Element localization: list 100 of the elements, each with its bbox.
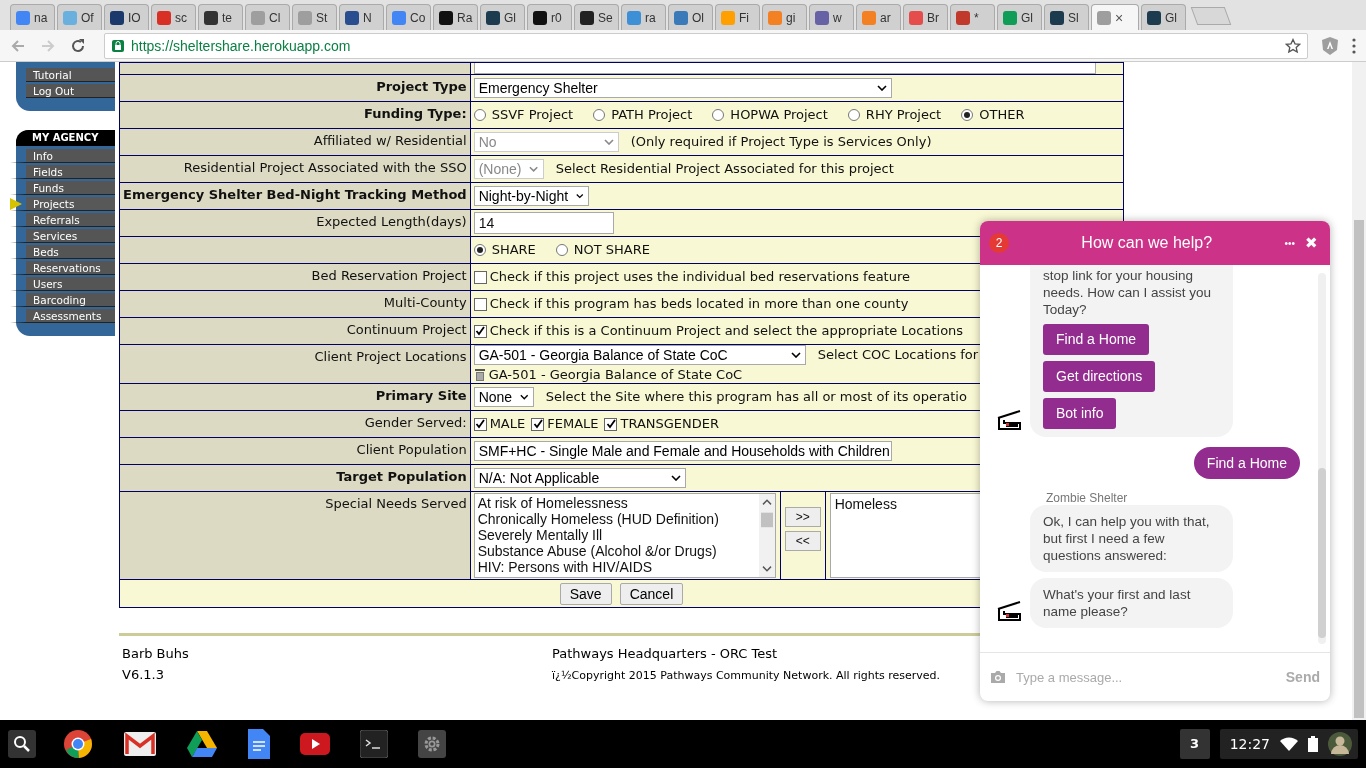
message-text: What's your first and last name please? [1043,586,1192,620]
dropdown[interactable]: GA-501 - Georgia Balance of State CoC [473,345,806,365]
browser-tab[interactable]: St [292,4,337,30]
reload-icon[interactable] [70,37,86,54]
browser-tab[interactable]: IO [104,4,149,30]
text-field[interactable] [473,63,1096,74]
option-label: SHARE [491,242,536,258]
field-label: Client Population [356,442,467,457]
drive-icon[interactable] [186,730,218,758]
search-icon[interactable] [8,730,36,758]
browser-tab[interactable]: te [198,4,243,30]
copyright-text: ï¿½Copyright 2015 Pathways Community Network. All rights reserved. [552,669,941,682]
checkbox[interactable] [473,297,487,311]
browser-tab[interactable]: r0 [527,4,572,30]
scroll-thumb[interactable] [1318,468,1326,638]
option-label: FEMALE [547,416,599,432]
more-button[interactable]: ••• [1284,237,1295,249]
list-item[interactable]: At risk of Homelessness [477,495,756,511]
list-box[interactable]: At risk of Homelessness Chronically Homeless (HUD Definition) Severely Mentally Ill Substance Abuse (Alcohol &/or Drugs) HIV: Persons with HIV/AIDS [473,493,776,578]
quick-reply-button[interactable]: Bot info [1043,398,1117,429]
browser-tab[interactable]: Ol [668,4,713,30]
menu-icon[interactable] [1352,37,1356,54]
form-button[interactable]: Save [559,582,612,605]
remove-button[interactable]: << [784,531,821,551]
field-label: Funding Type: [363,106,467,121]
browser-tab[interactable]: sc [151,4,196,30]
chat-title: How can we help? [1080,234,1214,252]
option-label: Check if this is a Continuum Project and select the appropriate Locations [489,323,964,339]
browser-tab[interactable]: Sl [1044,4,1089,30]
option-label: Check if this project uses the individual bed reservations feature [489,269,910,285]
checkbox[interactable] [604,417,618,431]
option-label: OTHER [979,107,1025,123]
radio-button[interactable] [961,109,974,121]
radio-button[interactable] [712,109,725,121]
browser-tab[interactable]: N [339,4,384,30]
browser-tab[interactable]: w [809,4,854,30]
bookmark-star-icon[interactable] [1285,37,1301,54]
form-button[interactable]: Cancel [619,582,684,605]
browser-tab[interactable]: × [1091,4,1139,30]
list-item[interactable]: HIV: Persons with HIV/AIDS [477,559,756,575]
settings-icon[interactable] [418,730,446,758]
address-bar[interactable]: https://sheltershare.herokuapp.com [104,32,1308,59]
quick-reply-button[interactable]: Get directions [1043,361,1156,392]
sidebar-item[interactable]: Projects [10,197,115,211]
dropdown[interactable]: Night-by-Night [473,186,589,206]
list-item[interactable]: Severely Mentally Ill [477,527,756,543]
radio-button[interactable] [473,244,486,256]
browser-tab[interactable]: Br [903,4,948,30]
browser-tab[interactable]: Co [386,4,431,30]
checkbox[interactable] [473,324,487,338]
checkbox[interactable] [473,270,487,284]
status-area[interactable]: 12:27 [1219,729,1358,759]
browser-tab[interactable]: Fi [715,4,760,30]
radio-button[interactable] [593,109,606,121]
browser-tab[interactable]: Gl [1141,4,1186,30]
terminal-icon[interactable] [360,730,388,758]
option-label: HOPWA Project [730,107,828,123]
option-label: SSVF Project [491,107,574,123]
browser-tab[interactable]: na [10,4,55,30]
browser-tab[interactable]: ar [856,4,901,30]
browser-tab[interactable]: * [950,4,995,30]
sidebar-link[interactable]: Log Out [26,84,115,98]
bed-icon [996,600,1022,622]
scroll-thumb[interactable] [1354,220,1364,718]
checkbox[interactable] [473,417,487,431]
browser-tab[interactable]: Se [574,4,619,30]
browser-tab[interactable]: ra [621,4,666,30]
close-tab-button[interactable]: × [1115,9,1124,26]
option-label: PATH Project [611,107,693,123]
notification-count[interactable]: 3 [1179,729,1210,759]
browser-tab[interactable]: Ra [433,4,478,30]
scroll-bar[interactable] [758,494,775,577]
radio-button[interactable] [473,109,486,121]
caret-icon [876,85,887,91]
number-field[interactable]: 14 [473,212,614,234]
video-play-icon[interactable] [300,733,330,755]
trash-icon[interactable] [473,368,486,382]
list-item[interactable]: Substance Abuse (Alcohol &/or Drugs) [477,543,756,559]
browser-tab[interactable]: Gl [480,4,525,30]
sidebar-link[interactable]: Tutorial [26,68,115,82]
caret-icon [603,139,614,145]
dropdown[interactable]: Emergency Shelter [473,78,892,98]
dropdown[interactable]: None [473,387,534,407]
radio-button[interactable] [847,109,860,121]
browser-tab[interactable]: Cl [245,4,290,30]
browser-tab[interactable]: Gl [997,4,1042,30]
dropdown[interactable]: SMF+HC - Single Male and Female and Households with Children [473,441,892,461]
field-label: Multi-County [383,295,467,310]
browser-tab[interactable]: Of [57,4,102,30]
close-button[interactable]: ✖ [1305,234,1318,252]
dropdown[interactable]: N/A: Not Applicable [473,468,686,488]
chrome-icon[interactable] [62,728,94,760]
checkbox[interactable] [531,417,545,431]
document-icon[interactable] [248,729,270,759]
add-button[interactable]: >> [784,507,821,527]
mail-icon[interactable] [124,732,156,756]
browser-tab[interactable]: gi [762,4,807,30]
radio-button[interactable] [555,244,568,256]
quick-reply-button[interactable]: Find a Home [1043,324,1150,355]
list-item[interactable]: Chronically Homeless (HUD Definition) [477,511,756,527]
